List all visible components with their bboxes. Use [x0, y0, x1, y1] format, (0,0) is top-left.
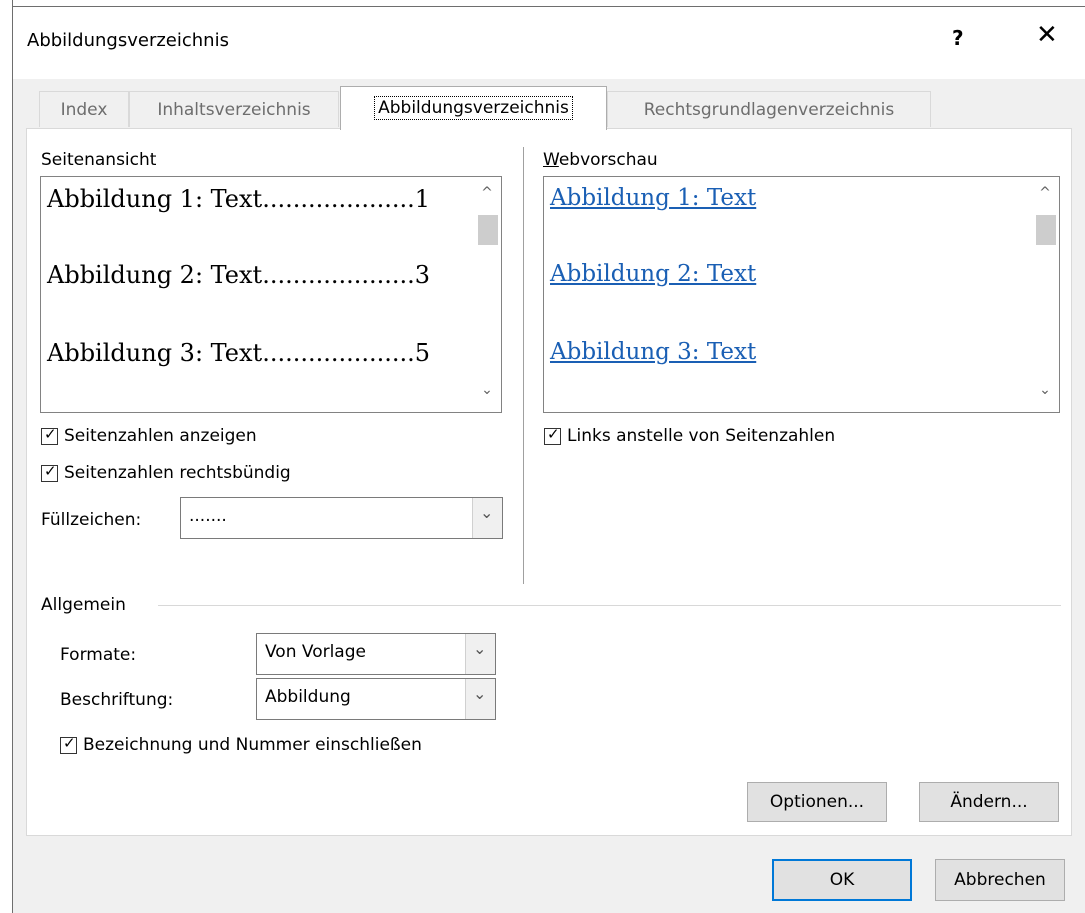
- close-icon[interactable]: ✕: [1036, 20, 1058, 50]
- chevron-down-icon: ⌄: [473, 684, 487, 703]
- web-preview-scrollbar[interactable]: ^ ⌄: [1031, 177, 1059, 412]
- web-preview-link[interactable]: Abbildung 3: Text: [550, 339, 756, 365]
- scroll-down-icon[interactable]: ⌄: [1031, 382, 1059, 398]
- formats-dropdown[interactable]: Von Vorlage ⌄: [256, 633, 496, 675]
- web-preview-box: Abbildung 1: Text Abbildung 2: Text Abbi…: [543, 176, 1060, 413]
- tab-label: Inhaltsverzeichnis: [157, 100, 311, 120]
- scroll-thumb[interactable]: [478, 215, 498, 245]
- options-button[interactable]: Optionen...: [747, 782, 887, 822]
- scroll-up-icon[interactable]: ^: [1031, 185, 1059, 201]
- tab-label: Rechtsgrundlagenverzeichnis: [643, 100, 895, 120]
- dropdown-button[interactable]: ⌄: [465, 679, 495, 719]
- right-align-label: Seitenzahlen rechtsbündig: [64, 463, 291, 483]
- column-divider: [523, 147, 524, 584]
- hyperlinks-checkbox[interactable]: ✓: [544, 425, 561, 445]
- check-icon: ✓: [547, 425, 560, 443]
- general-divider: [158, 605, 1061, 606]
- formats-value: Von Vorlage: [265, 642, 366, 662]
- tab-leader-dropdown[interactable]: ....... ⌄: [180, 497, 503, 539]
- cancel-button[interactable]: Abbrechen: [935, 859, 1065, 901]
- caption-value: Abbildung: [265, 687, 351, 707]
- help-button[interactable]: ?: [952, 26, 964, 50]
- web-preview-link[interactable]: Abbildung 2: Text: [550, 261, 756, 287]
- include-label-text: Bezeichnung und Nummer einschließen: [83, 735, 422, 755]
- tab-label: Abbildungsverzeichnis: [374, 96, 573, 120]
- tab-table-of-figures[interactable]: Abbildungsverzeichnis: [340, 86, 607, 130]
- print-preview-entry: Abbildung 2: Text....................3: [47, 261, 431, 289]
- tab-table-of-authorities[interactable]: Rechtsgrundlagenverzeichnis: [607, 91, 931, 127]
- check-icon: ✓: [44, 462, 57, 480]
- scroll-thumb[interactable]: [1036, 215, 1056, 245]
- window-frame-left: [0, 0, 13, 913]
- general-section-label: Allgemein: [41, 595, 126, 615]
- ok-button[interactable]: OK: [772, 859, 912, 901]
- formats-label: Formate:: [60, 645, 137, 665]
- web-preview-label: Webvorschau: [543, 150, 658, 170]
- tab-toc[interactable]: Inhaltsverzeichnis: [129, 91, 339, 127]
- dialog-title: Abbildungsverzeichnis: [27, 30, 229, 51]
- print-preview-scrollbar[interactable]: ^ ⌄: [473, 177, 501, 412]
- right-align-checkbox[interactable]: ✓: [41, 462, 58, 482]
- scroll-up-icon[interactable]: ^: [473, 185, 501, 201]
- scroll-down-icon[interactable]: ⌄: [473, 382, 501, 398]
- tab-leader-label: Füllzeichen:: [41, 510, 142, 530]
- print-preview-entry: Abbildung 3: Text....................5: [47, 339, 431, 367]
- include-label-checkbox[interactable]: ✓: [60, 734, 77, 754]
- chevron-down-icon: ⌄: [473, 639, 487, 658]
- chevron-down-icon: ⌄: [480, 503, 494, 522]
- print-preview-entry: Abbildung 1: Text....................1: [47, 185, 431, 213]
- web-preview-link[interactable]: Abbildung 1: Text: [550, 185, 756, 211]
- show-page-numbers-label: Seitenzahlen anzeigen: [64, 426, 257, 446]
- dropdown-button[interactable]: ⌄: [472, 498, 502, 538]
- show-page-numbers-checkbox[interactable]: ✓: [41, 425, 58, 445]
- dropdown-button[interactable]: ⌄: [465, 634, 495, 674]
- check-icon: ✓: [44, 425, 57, 443]
- caption-label: Beschriftung:: [60, 690, 174, 710]
- window-frame-top: [0, 0, 1085, 7]
- modify-button[interactable]: Ändern...: [919, 782, 1059, 822]
- hyperlinks-label: Links anstelle von Seitenzahlen: [567, 426, 836, 446]
- caption-dropdown[interactable]: Abbildung ⌄: [256, 678, 496, 720]
- tab-index[interactable]: Index: [39, 91, 129, 127]
- tab-leader-value: .......: [189, 506, 227, 526]
- print-preview-box: Abbildung 1: Text....................1 A…: [40, 176, 502, 413]
- print-preview-label: Seitenansicht: [41, 150, 157, 170]
- check-icon: ✓: [63, 734, 76, 752]
- tab-label: Index: [60, 100, 108, 120]
